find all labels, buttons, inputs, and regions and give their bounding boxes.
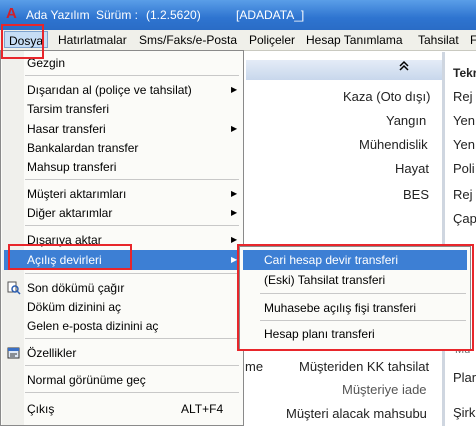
version-number: (1.2.5620) xyxy=(146,8,201,22)
bg-right-header: Tekr xyxy=(453,66,476,80)
menu-sms-faks-eposta[interactable]: Sms/Faks/e-Posta xyxy=(139,33,237,47)
panel-header xyxy=(246,60,442,80)
annotation-box-submenu xyxy=(237,244,474,351)
submenu-arrow-icon: ▶ xyxy=(231,208,238,217)
bg-right-item[interactable]: Yen xyxy=(453,113,475,128)
shortcut-alt-f4: ALT+F4 xyxy=(181,402,224,416)
submenu-arrow-icon: ▶ xyxy=(231,124,238,133)
menu-separator xyxy=(25,365,239,366)
bg-bottom-item-kk-tahsilat[interactable]: Müşteriden KK tahsilat xyxy=(299,359,429,374)
menu-separator xyxy=(25,225,239,226)
menu-item-cikis[interactable]: Çıkış xyxy=(27,402,54,416)
bg-right-item[interactable]: Yen xyxy=(453,137,475,152)
bg-right-item[interactable]: Şirk xyxy=(453,405,475,420)
menu-hesap-tanimlama[interactable]: Hesap Tanımlama xyxy=(306,33,403,47)
menu-separator xyxy=(25,179,239,180)
bg-right-item[interactable]: Rej xyxy=(453,187,473,202)
collapse-chevron-icon[interactable] xyxy=(398,60,410,75)
company-name: [ADADATA_] xyxy=(236,8,305,22)
menu-item-mahsup-transferi[interactable]: Mahsup transferi xyxy=(27,160,116,174)
menu-separator xyxy=(25,338,239,339)
annotation-box-dosya xyxy=(1,24,44,59)
bg-right-item[interactable]: Rej xyxy=(453,89,473,104)
menu-policeler[interactable]: Poliçeler xyxy=(249,33,295,47)
bg-item-hayat[interactable]: Hayat xyxy=(395,161,429,176)
magnifier-icon xyxy=(7,281,21,295)
properties-icon xyxy=(7,346,21,360)
bg-right-item[interactable]: Poli xyxy=(453,161,475,176)
menu-item-disaridan-al[interactable]: Dışarıdan al (poliçe ve tahsilat) xyxy=(27,83,192,97)
bg-item-bes[interactable]: BES xyxy=(403,187,429,202)
bg-item-yangin[interactable]: Yangın xyxy=(386,113,426,128)
menu-item-ozellikler[interactable]: Özellikler xyxy=(27,346,76,360)
version-label: Sürüm : xyxy=(96,8,139,22)
menu-item-normal-gorunume-gec[interactable]: Normal görünüme geç xyxy=(27,373,146,387)
menu-overflow[interactable]: F xyxy=(470,33,476,47)
menu-item-son-dokumu-cagir[interactable]: Son dökümü çağır xyxy=(27,281,124,295)
app-logo-icon: A xyxy=(6,5,17,22)
dosya-menu: Gezgin Dışarıdan al (poliçe ve tahsilat)… xyxy=(0,50,244,426)
menu-hatirlatmalar[interactable]: Hatırlatmalar xyxy=(58,33,127,47)
menu-separator xyxy=(25,273,239,274)
bg-item-muhendislik[interactable]: Mühendislik xyxy=(359,137,428,152)
bg-bottom-item-iade[interactable]: Müşteriye iade xyxy=(342,382,427,397)
menu-item-dokum-dizinini-ac[interactable]: Döküm dizinini aç xyxy=(27,300,121,314)
menu-item-musteri-aktarimlari[interactable]: Müşteri aktarımları xyxy=(27,187,126,201)
submenu-arrow-icon: ▶ xyxy=(231,189,238,198)
bg-bottom-item-mahsubu[interactable]: Müşteri alacak mahsubu xyxy=(286,406,427,421)
menu-item-tarsim-transferi[interactable]: Tarsim transferi xyxy=(27,102,109,116)
menu-item-diger-aktarimlar[interactable]: Diğer aktarımlar xyxy=(27,206,112,220)
bg-bottom-item[interactable]: me xyxy=(245,359,263,374)
menu-separator xyxy=(25,392,239,393)
bg-right-item[interactable]: Plar xyxy=(453,370,476,385)
submenu-arrow-icon: ▶ xyxy=(231,85,238,94)
menu-item-gelen-eposta-dizini[interactable]: Gelen e-posta dizinini aç xyxy=(27,319,158,333)
menu-item-bankalardan-transfer[interactable]: Bankalardan transfer xyxy=(27,141,138,155)
submenu-arrow-icon: ▶ xyxy=(231,235,238,244)
menu-tahsilat[interactable]: Tahsilat xyxy=(418,33,459,47)
bg-right-item[interactable]: Çap xyxy=(453,211,476,226)
app-name: Ada Yazılım xyxy=(26,8,90,22)
bg-item-kaza[interactable]: Kaza (Oto dışı) xyxy=(343,89,430,104)
annotation-box-acilis xyxy=(8,244,132,270)
menu-separator xyxy=(25,75,239,76)
menu-item-hasar-transferi[interactable]: Hasar transferi xyxy=(27,122,106,136)
menu-bar: Dosya Hatırlatmalar Sms/Faks/e-Posta Pol… xyxy=(0,30,476,51)
title-bar: A Ada Yazılım Sürüm : (1.2.5620) [ADADAT… xyxy=(0,0,476,30)
